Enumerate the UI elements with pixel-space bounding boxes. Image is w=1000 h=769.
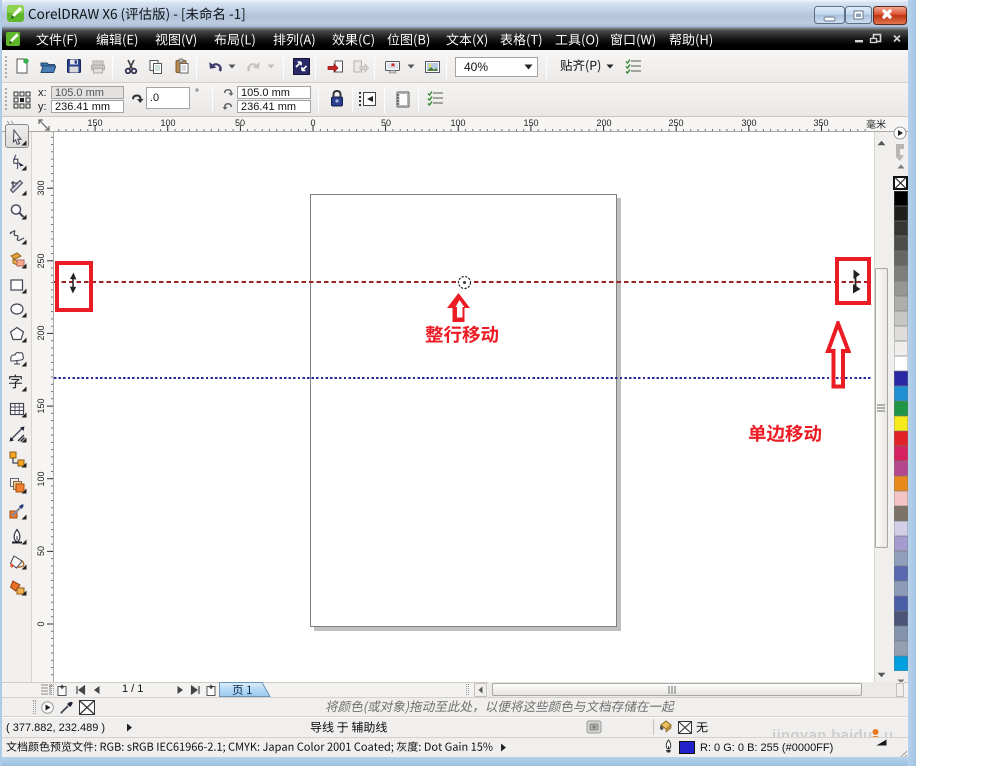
svg-text:0: 0 <box>36 621 46 626</box>
svg-text:200: 200 <box>36 325 46 340</box>
svg-text:100: 100 <box>36 471 46 486</box>
svg-text:50: 50 <box>36 546 46 556</box>
svg-text:250: 250 <box>36 253 46 268</box>
svg-text:300: 300 <box>36 180 46 195</box>
svg-text:150: 150 <box>36 398 46 413</box>
